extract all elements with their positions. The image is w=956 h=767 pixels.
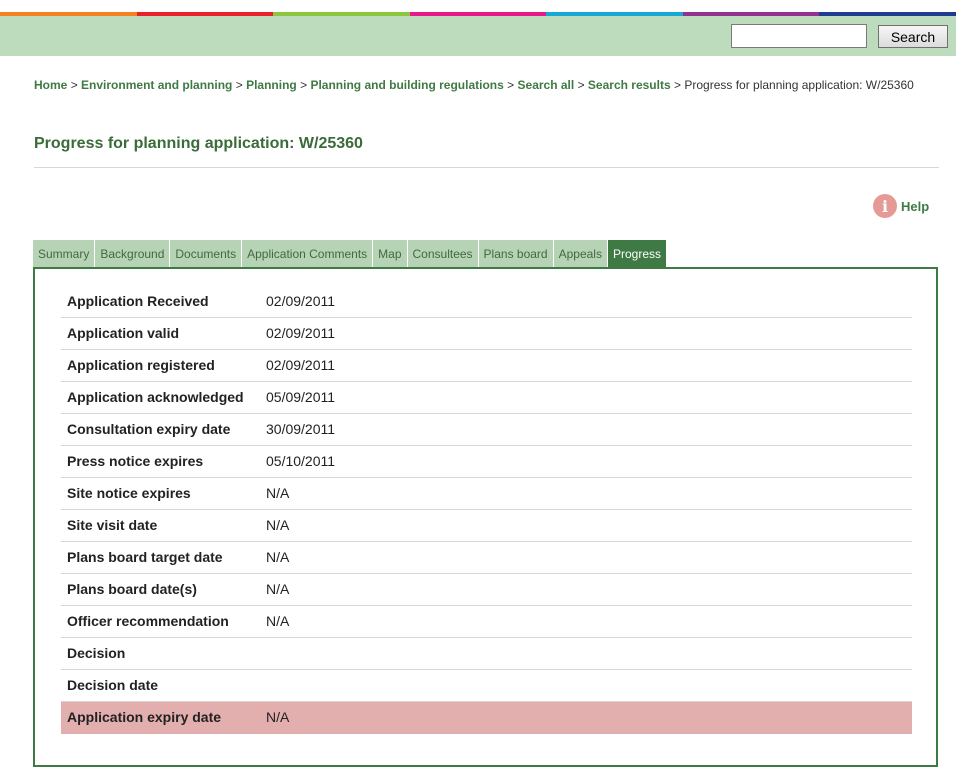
tab-application-comments[interactable]: Application Comments: [242, 240, 373, 268]
row-label: Application registered: [67, 357, 215, 373]
row-value: N/A: [266, 613, 290, 629]
tab-consultees[interactable]: Consultees: [407, 240, 478, 268]
tab-bar: Summary Background Documents Application…: [33, 240, 667, 268]
tab-map[interactable]: Map: [373, 240, 407, 268]
row-label: Decision: [67, 645, 126, 661]
breadcrumb-separator: >: [300, 78, 308, 92]
breadcrumb-environment-and-planning[interactable]: Environment and planning: [81, 78, 232, 92]
row-value: 05/09/2011: [266, 389, 336, 405]
page-title: Progress for planning application: W/253…: [34, 135, 363, 152]
breadcrumb-separator: >: [70, 78, 78, 92]
progress-row: Application registered 02/09/2011: [61, 350, 912, 382]
row-value: N/A: [266, 549, 290, 565]
progress-row: Plans board date(s) N/A: [61, 574, 912, 606]
row-label: Application valid: [67, 325, 180, 341]
progress-row: Application valid 02/09/2011: [61, 318, 912, 350]
tab-background[interactable]: Background: [95, 240, 170, 268]
search-button[interactable]: Search: [878, 25, 948, 48]
progress-row: Application acknowledged 05/09/2011: [61, 382, 912, 414]
breadcrumb-home[interactable]: Home: [34, 78, 67, 92]
progress-row: Application Received 02/09/2011: [61, 286, 912, 318]
tab-plans-board[interactable]: Plans board: [478, 240, 553, 268]
row-label: Decision date: [67, 677, 159, 693]
progress-row: Plans board target date N/A: [61, 542, 912, 574]
progress-row-highlighted: Application expiry date N/A: [61, 702, 912, 734]
help-label: Help: [901, 198, 930, 214]
row-label: Consultation expiry date: [67, 421, 231, 437]
breadcrumb: Home > Environment and planning > Planni…: [34, 77, 939, 93]
progress-table: Application Received 02/09/2011 Applicat…: [61, 286, 912, 734]
search-input[interactable]: [731, 24, 867, 48]
breadcrumb-separator: >: [577, 78, 585, 92]
progress-row: Site visit date N/A: [61, 510, 912, 542]
breadcrumb-planning[interactable]: Planning: [246, 78, 297, 92]
title-divider: [34, 167, 939, 168]
progress-row: Site notice expires N/A: [61, 478, 912, 510]
progress-row: Consultation expiry date 30/09/2011: [61, 414, 912, 446]
progress-row: Decision: [61, 638, 912, 670]
progress-row: Officer recommendation N/A: [61, 606, 912, 638]
progress-row: Press notice expires 05/10/2011: [61, 446, 912, 478]
row-label: Site visit date: [67, 517, 158, 533]
row-label: Plans board date(s): [67, 581, 197, 597]
breadcrumb-current: Progress for planning application: W/253…: [684, 78, 914, 92]
row-label: Plans board target date: [67, 549, 223, 565]
row-label: Application Received: [67, 293, 209, 309]
tab-appeals[interactable]: Appeals: [553, 240, 607, 268]
breadcrumb-planning-and-building-regulations[interactable]: Planning and building regulations: [310, 78, 503, 92]
row-value: 02/09/2011: [266, 325, 336, 341]
tab-documents[interactable]: Documents: [170, 240, 242, 268]
row-label: Press notice expires: [67, 453, 204, 469]
row-value: N/A: [266, 517, 290, 533]
row-label: Application expiry date: [67, 709, 222, 725]
help-link[interactable]: i Help: [873, 194, 929, 218]
row-label: Application acknowledged: [67, 389, 244, 405]
breadcrumb-separator: >: [507, 78, 515, 92]
row-value: 05/10/2011: [266, 453, 336, 469]
row-value: N/A: [266, 581, 290, 597]
row-value: 30/09/2011: [266, 421, 336, 437]
row-value: 02/09/2011: [266, 357, 336, 373]
row-label: Site notice expires: [67, 485, 191, 501]
breadcrumb-separator: >: [235, 78, 243, 92]
row-value: N/A: [266, 485, 290, 501]
tab-progress[interactable]: Progress: [607, 240, 666, 268]
breadcrumb-separator: >: [673, 78, 681, 92]
progress-panel: Application Received 02/09/2011 Applicat…: [33, 267, 938, 767]
row-value: N/A: [266, 709, 290, 725]
breadcrumb-search-all[interactable]: Search all: [518, 78, 575, 92]
row-label: Officer recommendation: [67, 613, 229, 629]
progress-row: Decision date: [61, 670, 912, 702]
breadcrumb-search-results[interactable]: Search results: [588, 78, 671, 92]
info-icon: i: [873, 194, 897, 218]
row-value: 02/09/2011: [266, 293, 336, 309]
tab-summary[interactable]: Summary: [33, 240, 95, 268]
